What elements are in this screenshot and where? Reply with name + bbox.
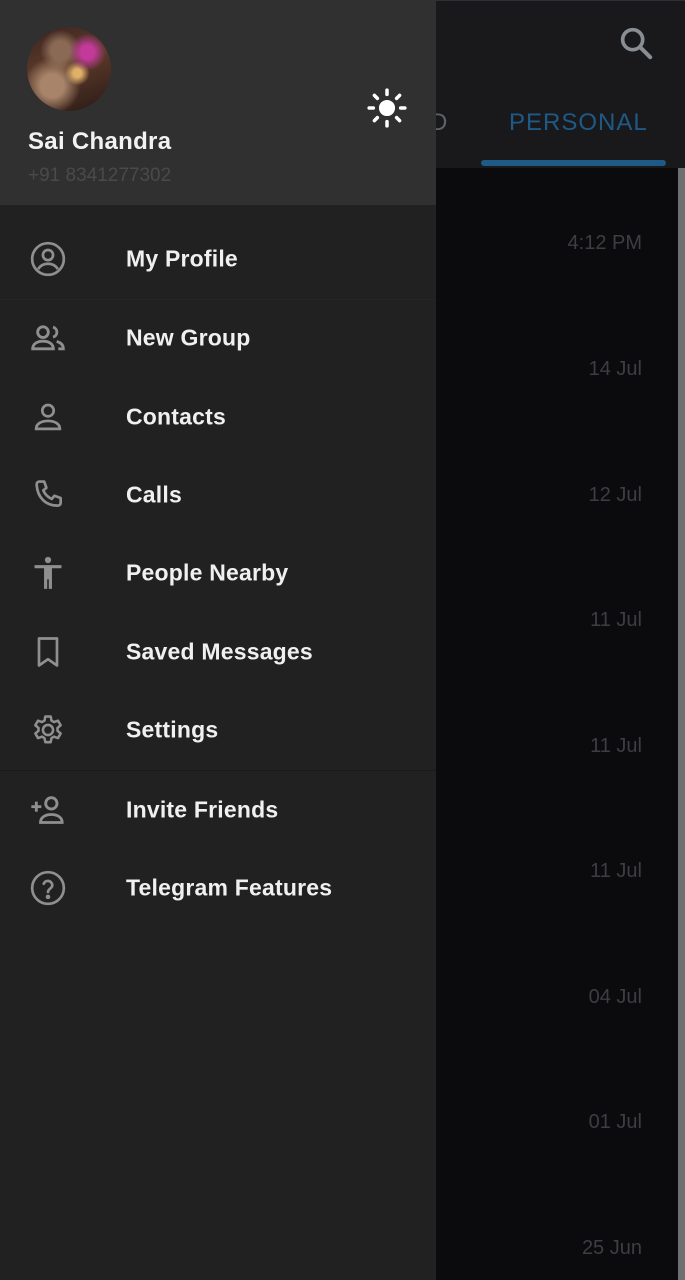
menu-label: My Profile: [126, 245, 238, 272]
chat-time: 4:12 PM: [567, 232, 642, 254]
search-icon[interactable]: [616, 23, 656, 63]
menu-item-calls[interactable]: Calls: [0, 456, 436, 534]
active-tab-indicator: [481, 160, 666, 166]
chat-time: 11 Jul: [590, 735, 642, 757]
menu-item-settings[interactable]: Settings: [0, 691, 436, 769]
menu-label: Invite Friends: [126, 796, 279, 823]
gear-icon: [28, 710, 68, 750]
chat-time: 14 Jul: [588, 358, 642, 380]
help-circle-icon: [28, 868, 68, 908]
person-icon: [28, 397, 68, 437]
chat-time: 01 Jul: [588, 1111, 642, 1133]
chat-time: 11 Jul: [590, 860, 642, 882]
menu-label: New Group: [126, 324, 251, 351]
user-phone: +91 8341277302: [28, 165, 172, 186]
menu-item-people-nearby[interactable]: People Nearby: [0, 534, 436, 612]
sun-icon[interactable]: [366, 87, 408, 129]
menu-item-invite-friends[interactable]: Invite Friends: [0, 771, 436, 849]
menu-label: Telegram Features: [126, 874, 333, 901]
menu-label: People Nearby: [126, 559, 289, 586]
user-name: Sai Chandra: [28, 128, 172, 155]
menu-label: Saved Messages: [126, 638, 313, 665]
menu-item-my-profile[interactable]: My Profile: [0, 220, 436, 298]
menu-label: Contacts: [126, 403, 227, 430]
drawer-header: Sai Chandra +91 8341277302: [0, 0, 436, 205]
chat-time: 04 Jul: [588, 986, 642, 1008]
chat-time: 25 Jun: [581, 1237, 642, 1259]
account-circle-icon: [28, 239, 68, 279]
tab-personal[interactable]: PERSONAL: [509, 109, 648, 137]
menu-label: Settings: [126, 716, 219, 743]
menu-item-saved-messages[interactable]: Saved Messages: [0, 613, 436, 691]
chat-time: 11 Jul: [590, 609, 642, 631]
person-add-icon: [28, 790, 68, 830]
menu-item-telegram-features[interactable]: Telegram Features: [0, 849, 436, 927]
menu-item-contacts[interactable]: Contacts: [0, 378, 436, 456]
menu-item-new-group[interactable]: New Group: [0, 299, 436, 377]
navigation-drawer: Sai Chandra +91 8341277302 My Profile Ne…: [0, 0, 436, 1280]
scrollbar[interactable]: [678, 168, 685, 1280]
bookmark-icon: [28, 632, 68, 672]
menu-label: Calls: [126, 481, 182, 508]
group-icon: [28, 318, 68, 358]
accessibility-icon: [28, 553, 68, 593]
phone-icon: [28, 475, 68, 515]
avatar[interactable]: [27, 27, 111, 111]
chat-time: 12 Jul: [588, 484, 642, 506]
